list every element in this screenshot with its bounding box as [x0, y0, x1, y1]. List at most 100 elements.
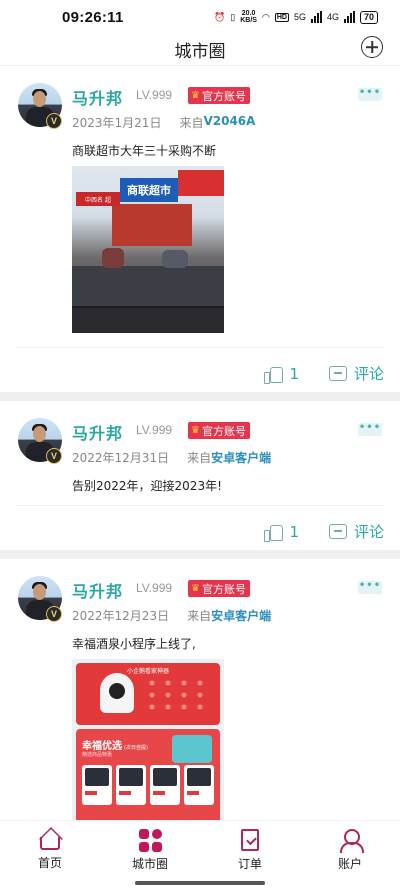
like-button[interactable]: 1 [264, 365, 299, 384]
avatar-face [33, 426, 46, 442]
vibrate-icon: ▯ [230, 11, 236, 22]
post-date: 2022年12月23日 [72, 609, 170, 623]
product-card [82, 765, 112, 805]
more-button[interactable]: ••• [358, 88, 382, 101]
network-4g: 4G [326, 12, 339, 22]
crown-icon: ♛ [191, 90, 200, 101]
photo-scooter [102, 248, 124, 268]
verified-badge: V [46, 606, 62, 622]
divider [16, 347, 384, 348]
signal-icon [310, 11, 322, 23]
miniprogram-section: 幸福优选 (次日自提) 精选商品特惠 [76, 729, 220, 820]
from-label: 来自 [179, 116, 204, 130]
photo-side-sign: 中西名 超 [76, 192, 120, 206]
photo-scooter [162, 250, 188, 268]
post-actions: 1 评论 [264, 521, 384, 542]
hd-badge: HD [274, 12, 289, 22]
product-card [116, 765, 146, 805]
official-badge: ♛ 官方账号 [188, 580, 250, 597]
net-speed: 20.0 KB/S [240, 10, 257, 24]
home-icon [40, 837, 60, 850]
tab-account[interactable]: 账户 [300, 821, 400, 872]
post-meta: 2022年12月23日 来自 安卓客户端 [72, 607, 271, 624]
photo-dashboard [72, 306, 224, 333]
photo-sign [178, 170, 224, 196]
post-card: V 马升邦 LV.999 ♛ 官方账号 ••• 2023年1月21日 来自 V204… [0, 66, 400, 401]
network-5g: 5G [293, 12, 306, 22]
product-card [184, 765, 214, 805]
tab-label: 城市圈 [131, 857, 168, 871]
feature-icons [144, 677, 208, 713]
avatar-face [33, 91, 46, 107]
user-level: LV.999 [136, 88, 173, 102]
source-name: V2046A [203, 114, 256, 128]
official-label: 官方账号 [201, 424, 246, 438]
tab-city-circle[interactable]: 城市圈 [100, 821, 200, 872]
status-bar: 09:26:11 ⏰ ▯ 20.0 KB/S ◠ HD 5G 4G 70 [0, 0, 400, 34]
username[interactable]: 马升邦 [72, 85, 123, 109]
post-card: V 马升邦 LV.999 ♛ 官方账号 ••• 2022年12月23日 来自 安卓客… [0, 559, 400, 820]
home-indicator[interactable] [0, 872, 400, 892]
like-button[interactable]: 1 [264, 522, 299, 542]
post-source: 来自 安卓客户端 [187, 449, 271, 466]
order-icon [241, 829, 259, 851]
tab-orders[interactable]: 订单 [200, 821, 300, 872]
more-button[interactable]: ••• [358, 581, 382, 594]
username[interactable]: 马升邦 [72, 578, 123, 602]
source-name: 安卓客户端 [211, 609, 272, 623]
from-label: 来自 [187, 609, 212, 623]
banner-title: 小企鹅看家神器 [126, 668, 169, 675]
status-icons: ⏰ ▯ 20.0 KB/S ◠ HD 5G 4G 70 [214, 10, 378, 24]
thumbs-up-icon [264, 523, 284, 542]
post-image[interactable]: 商联超市 中西名 超 [72, 166, 224, 333]
net-speed-value: 20.0 [241, 10, 256, 17]
page-title: 城市圈 [174, 42, 226, 62]
comment-button[interactable]: 评论 [328, 363, 384, 384]
tab-bar: 首页 城市圈 订单 账户 [0, 820, 400, 872]
status-time: 09:26:11 [62, 8, 124, 26]
signal-icon-2 [343, 11, 355, 23]
more-button[interactable]: ••• [358, 423, 382, 436]
username[interactable]: 马升邦 [72, 420, 123, 444]
section-title-sub: (次日自提) [124, 745, 148, 751]
product-card [150, 765, 180, 805]
post-text: 告别2022年，迎接2023年! [72, 479, 222, 493]
wifi-icon: ◠ [261, 11, 270, 22]
divider [16, 505, 384, 506]
feed[interactable]: V 马升邦 LV.999 ♛ 官方账号 ••• 2023年1月21日 来自 V204… [0, 66, 400, 820]
avatar-face [33, 584, 46, 600]
post-meta: 2023年1月21日 来自 V2046A [72, 114, 255, 131]
alarm-icon: ⏰ [214, 11, 226, 22]
tab-label: 首页 [37, 856, 62, 870]
tab-home[interactable]: 首页 [0, 821, 100, 872]
user-level: LV.999 [136, 423, 173, 437]
section-note: 精选商品特惠 [82, 752, 113, 758]
promo-badge [172, 735, 212, 763]
verified-badge: V [46, 113, 62, 129]
from-label: 来自 [187, 451, 212, 465]
like-count: 1 [289, 522, 299, 541]
comment-button[interactable]: 评论 [328, 521, 384, 542]
net-speed-unit: KB/S [240, 17, 257, 24]
post-actions: 1 评论 [264, 363, 384, 384]
battery-icon: 70 [359, 10, 378, 24]
post-text: 幸福酒泉小程序上线了, [72, 637, 196, 651]
add-post-button[interactable] [361, 36, 383, 58]
comment-label: 评论 [353, 365, 384, 383]
camera-product-image [100, 673, 134, 713]
tab-label: 账户 [337, 857, 362, 871]
verified-badge: V [46, 448, 62, 464]
post-image[interactable]: 小企鹅看家神器 幸福优选 (次日自提) 精选商品特惠 [72, 659, 224, 820]
thumbs-up-icon [264, 365, 284, 384]
post-source: 来自 V2046A [179, 114, 255, 131]
official-label: 官方账号 [201, 89, 246, 103]
crown-icon: ♛ [191, 425, 200, 436]
section-title: 幸福优选 (次日自提) [82, 737, 148, 752]
grid-icon [138, 829, 162, 852]
post-card: V 马升邦 LV.999 ♛ 官方账号 ••• 2022年12月31日 来自 安卓客… [0, 401, 400, 559]
comment-label: 评论 [353, 523, 384, 541]
user-level: LV.999 [136, 581, 173, 595]
source-name: 安卓客户端 [211, 451, 272, 465]
tab-label: 订单 [237, 857, 262, 871]
official-badge: ♛ 官方账号 [188, 87, 250, 104]
